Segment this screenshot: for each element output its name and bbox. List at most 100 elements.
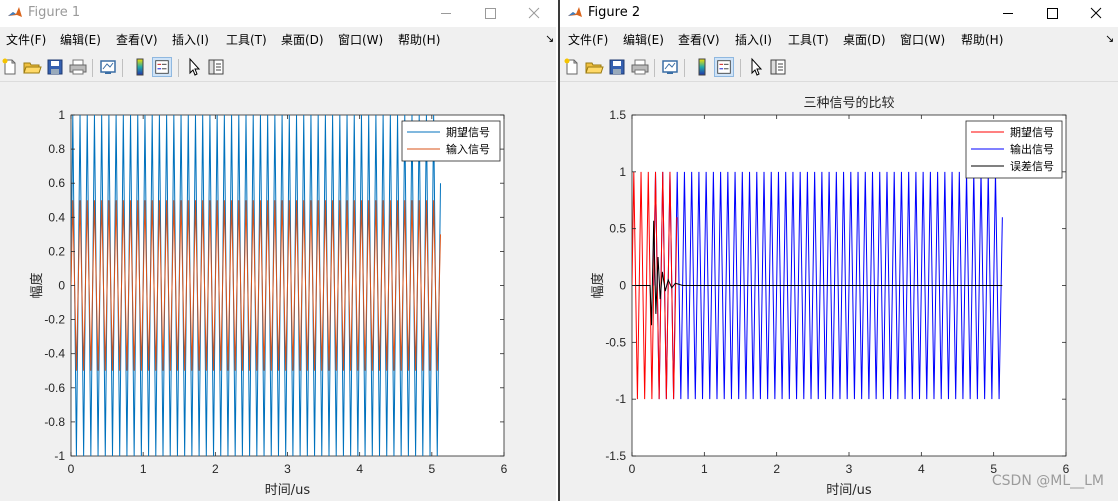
matlab-logo-icon (568, 7, 582, 17)
close-icon (1090, 7, 1102, 19)
x-tick-label: 6 (501, 462, 508, 476)
minimize-button[interactable] (986, 0, 1030, 27)
menu-view[interactable]: 查看(V) (678, 33, 720, 47)
y-axis-label: 幅度 (29, 272, 45, 298)
figure-2-window: Figure 2 文件(F) 编辑(E) 查看(V) 插入(I) 工具(T) 桌… (560, 0, 1118, 501)
legend-entry: 误差信号 (1010, 159, 1054, 173)
chart-title: 三种信号的比较 (803, 95, 894, 111)
property-inspector-icon[interactable] (768, 57, 788, 77)
y-tick-label: 0 (619, 279, 626, 293)
print-icon[interactable] (630, 57, 650, 77)
print-icon[interactable] (68, 57, 88, 77)
figure-1-plot: 0 1 2 3 4 5 6 -1 -0.8 -0.6 -0.4 -0.2 0 0.2 0.4 0.6 0.8 1 时… (29, 108, 508, 498)
x-tick-label: 1 (701, 462, 708, 476)
legend-entry: 输出信号 (1010, 142, 1054, 156)
menu-tools[interactable]: 工具(T) (226, 33, 267, 47)
y-tick-label: 1.5 (609, 108, 626, 122)
maximize-button[interactable] (468, 0, 512, 27)
figure-toolbar (0, 54, 556, 82)
new-figure-icon[interactable] (562, 57, 582, 77)
y-tick-label: 1 (58, 108, 65, 122)
menu-bar: 文件(F) 编辑(E) 查看(V) 插入(I) 工具(T) 桌面(D) 窗口(W… (560, 27, 1118, 54)
y-tick-label: -1.5 (605, 449, 626, 463)
menu-bar: 文件(F) 编辑(E) 查看(V) 插入(I) 工具(T) 桌面(D) 窗口(W… (0, 27, 556, 54)
new-figure-icon[interactable] (0, 57, 20, 77)
maximize-icon (485, 8, 496, 19)
link-plot-icon[interactable] (98, 57, 118, 77)
menu-overflow-icon[interactable]: ↘ (1105, 32, 1114, 45)
y-axis-label: 幅度 (590, 272, 606, 298)
toolbar-separator (92, 59, 93, 77)
menu-window[interactable]: 窗口(W) (900, 33, 945, 47)
toolbar-separator (122, 59, 123, 77)
y-tick-label: -1 (54, 449, 65, 463)
close-icon (528, 7, 540, 19)
menu-insert[interactable]: 插入(I) (735, 33, 772, 47)
edit-plot-icon[interactable] (184, 57, 204, 77)
insert-colorbar-icon[interactable] (130, 57, 150, 77)
menu-view[interactable]: 查看(V) (116, 33, 158, 47)
minimize-button[interactable] (424, 0, 468, 27)
x-tick-label: 1 (140, 462, 147, 476)
save-icon[interactable] (45, 57, 65, 77)
menu-desktop[interactable]: 桌面(D) (843, 33, 886, 47)
maximize-button[interactable] (1030, 0, 1074, 27)
menu-edit[interactable]: 编辑(E) (60, 33, 101, 47)
matlab-logo-icon (8, 7, 22, 17)
x-tick-label: 3 (846, 462, 853, 476)
watermark: CSDN @ML__LM (991, 473, 1104, 489)
y-tick-label: -0.8 (44, 415, 65, 429)
legend: 期望信号输出信号误差信号 (965, 120, 1063, 179)
x-tick-label: 0 (629, 462, 636, 476)
y-tick-label: 0.5 (609, 222, 626, 236)
x-tick-label: 4 (918, 462, 925, 476)
menu-file[interactable]: 文件(F) (6, 33, 46, 47)
menu-file[interactable]: 文件(F) (568, 33, 608, 47)
close-button[interactable] (512, 0, 556, 27)
figure-canvas: 0 1 2 3 4 5 6 -1.5 -1 -0.5 0 0.5 1 1.5 三种信号的比较 时间/us 幅度期… (560, 82, 1118, 501)
maximize-icon (1047, 8, 1058, 19)
y-tick-label: -1 (615, 392, 626, 406)
title-bar[interactable]: Figure 2 (560, 0, 1118, 27)
property-inspector-icon[interactable] (206, 57, 226, 77)
menu-edit[interactable]: 编辑(E) (623, 33, 664, 47)
save-icon[interactable] (607, 57, 627, 77)
y-tick-label: 0.4 (48, 210, 65, 224)
y-tick-label: -0.5 (605, 335, 626, 349)
menu-desktop[interactable]: 桌面(D) (281, 33, 324, 47)
figure-toolbar (560, 54, 1118, 82)
toolbar-separator (684, 59, 685, 77)
toolbar-separator (740, 59, 741, 77)
y-tick-label: 0.6 (48, 176, 65, 190)
x-tick-label: 5 (428, 462, 435, 476)
insert-colorbar-icon[interactable] (692, 57, 712, 77)
legend-entry: 输入信号 (446, 142, 490, 156)
minimize-icon (1003, 13, 1013, 14)
window-title: Figure 2 (588, 5, 641, 20)
legend-entry: 期望信号 (446, 126, 490, 139)
menu-help[interactable]: 帮助(H) (961, 33, 1003, 47)
link-plot-icon[interactable] (660, 57, 680, 77)
x-tick-label: 2 (773, 462, 780, 476)
x-tick-label: 2 (212, 462, 219, 476)
y-tick-label: -0.4 (44, 347, 65, 361)
menu-window[interactable]: 窗口(W) (338, 33, 383, 47)
menu-help[interactable]: 帮助(H) (398, 33, 440, 47)
menu-insert[interactable]: 插入(I) (172, 33, 209, 47)
title-bar[interactable]: Figure 1 (0, 0, 556, 27)
insert-legend-icon[interactable] (714, 57, 734, 77)
open-file-icon[interactable] (22, 57, 42, 77)
x-axis-label: 时间/us (826, 483, 872, 498)
insert-legend-icon[interactable] (152, 57, 172, 77)
open-file-icon[interactable] (584, 57, 604, 77)
minimize-icon (441, 13, 451, 14)
x-tick-label: 4 (356, 462, 363, 476)
legend: 期望信号输入信号 (401, 120, 501, 162)
menu-overflow-icon[interactable]: ↘ (545, 32, 554, 45)
close-button[interactable] (1074, 0, 1118, 27)
figure-canvas: 0 1 2 3 4 5 6 -1 -0.8 -0.6 -0.4 -0.2 0 0.2 0.4 0.6 0.8 1 时… (0, 82, 556, 501)
edit-plot-icon[interactable] (746, 57, 766, 77)
toolbar-separator (178, 59, 179, 77)
figure-2-plot: 0 1 2 3 4 5 6-1.5-1-0.500.511.5三种信号的比较时间/us幅度期… (590, 95, 1070, 498)
menu-tools[interactable]: 工具(T) (788, 33, 829, 47)
